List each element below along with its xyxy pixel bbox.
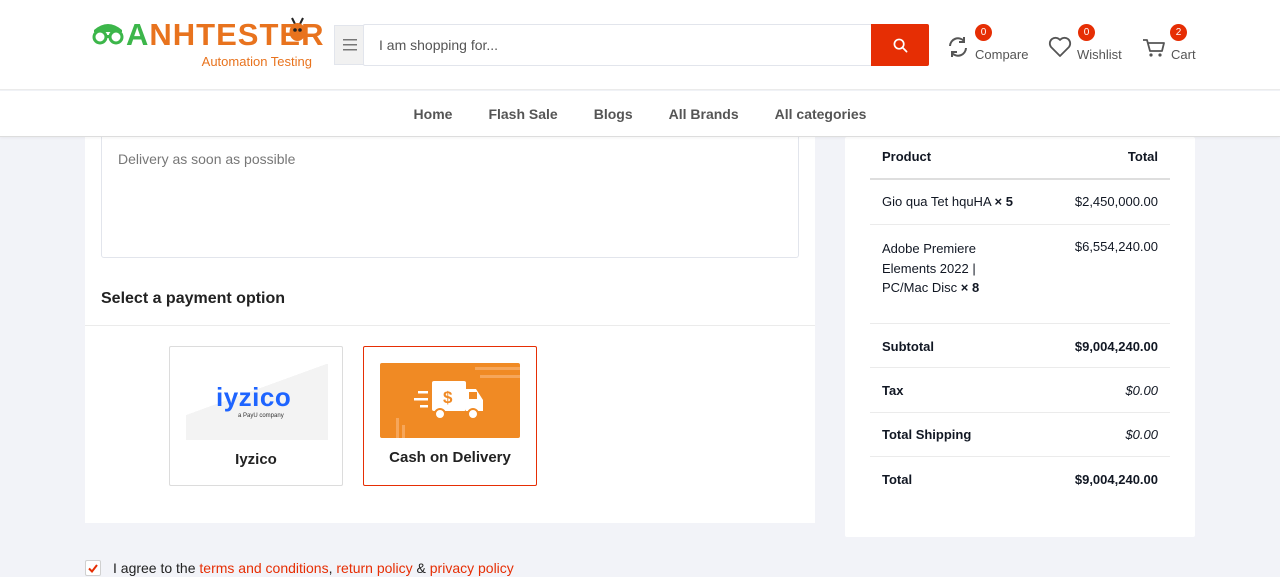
checkout-card: Select a payment option iyzico a PayU co… (85, 137, 815, 523)
summary-header-row: Product Total (870, 137, 1170, 180)
wishlist-count-badge: 0 (1078, 24, 1095, 41)
nav-item-flash-sale[interactable]: Flash Sale (488, 106, 557, 122)
heart-icon (1048, 36, 1072, 57)
category-menu-button[interactable] (334, 25, 364, 65)
terms-agreement: I agree to the terms and conditions, ret… (85, 560, 514, 576)
additional-info-textarea[interactable] (101, 137, 799, 258)
checkmark-icon (88, 563, 98, 573)
cart-count-badge: 2 (1170, 24, 1187, 41)
top-header: ANHTESTER Automation Testing I am shoppi… (0, 0, 1280, 90)
total-column-header: Total (1127, 149, 1158, 164)
hamburger-icon (342, 39, 357, 51)
compare-count-badge: 0 (975, 24, 992, 41)
cash-on-delivery-image: $ (380, 363, 520, 438)
cart-link[interactable]: 2 Cart (1141, 24, 1196, 66)
svg-text:$: $ (443, 388, 453, 407)
grand-total-row: Total $9,004,240.00 (870, 457, 1170, 502)
glasses-logo-icon (92, 24, 124, 45)
agree-ampersand: & (416, 560, 426, 576)
iyzico-subtext: a PayU company (238, 413, 284, 419)
agree-comma: , (328, 560, 333, 576)
shipping-label: Total Shipping (882, 427, 972, 442)
truck-dollar-icon: $ (396, 367, 520, 438)
order-summary-card: Product Total Gio qua Tet hquHA × 5 $2,4… (845, 137, 1195, 537)
agree-text: I agree to the (113, 560, 196, 576)
agree-checkbox[interactable] (85, 560, 101, 576)
nav-item-all-brands[interactable]: All Brands (669, 106, 739, 122)
search-input[interactable] (363, 24, 872, 66)
compare-icon (949, 37, 967, 57)
payment-option-cash-on-delivery[interactable]: $ Cash on Delivery (363, 346, 537, 486)
payment-option-label: Iyzico (235, 451, 277, 468)
compare-link[interactable]: 0 Compare (945, 24, 1029, 66)
main-nav: Home Flash Sale Blogs All Brands All cat… (0, 91, 1280, 137)
bug-logo-icon (289, 17, 306, 41)
tax-row: Tax $0.00 (870, 368, 1170, 413)
order-summary-table: Product Total Gio qua Tet hquHA × 5 $2,4… (870, 137, 1170, 502)
compare-label: Compare (975, 47, 1029, 62)
cart-label: Cart (1171, 47, 1196, 62)
return-policy-link[interactable]: return policy (336, 560, 412, 576)
subtotal-value: $9,004,240.00 (1074, 339, 1158, 354)
iyzico-wordmark: iyzico (216, 382, 292, 412)
iyzico-logo: iyzico a PayU company (186, 364, 328, 440)
cart-icon (1143, 39, 1165, 57)
logo-tagline: Automation Testing (201, 54, 312, 69)
item-price: $6,554,240.00 (1074, 239, 1158, 254)
shipping-row: Total Shipping $0.00 (870, 413, 1170, 457)
product-column-header: Product (882, 149, 932, 164)
summary-item-row: Adobe Premiere Elements 2022 | PC/Mac Disc… (870, 225, 1170, 324)
divider (85, 325, 815, 326)
subtotal-row: Subtotal $9,004,240.00 (870, 324, 1170, 368)
payment-option-label: Cash on Delivery (389, 449, 511, 466)
wishlist-label: Wishlist (1077, 47, 1122, 62)
item-price: $2,450,000.00 (1074, 194, 1158, 209)
grand-total-value: $9,004,240.00 (1074, 472, 1158, 487)
wishlist-link[interactable]: 0 Wishlist (1047, 24, 1122, 66)
shipping-value: $0.00 (1125, 427, 1158, 442)
search-icon (893, 38, 907, 52)
item-name: Adobe Premiere Elements 2022 | PC/Mac Disc… (882, 241, 980, 295)
nav-item-home[interactable]: Home (414, 106, 453, 122)
nav-item-all-categories[interactable]: All categories (775, 106, 867, 122)
site-logo[interactable]: ANHTESTER Automation Testing (90, 16, 323, 74)
subtotal-label: Subtotal (882, 339, 934, 354)
payment-option-title: Select a payment option (101, 290, 286, 307)
tax-value: $0.00 (1125, 383, 1158, 398)
item-name: Gio qua Tet hquHA × 5 (882, 194, 1013, 209)
privacy-policy-link[interactable]: privacy policy (430, 560, 514, 576)
summary-item-row: Gio qua Tet hquHA × 5 $2,450,000.00 (870, 180, 1170, 225)
payment-option-iyzico[interactable]: iyzico a PayU company Iyzico (169, 346, 343, 486)
grand-total-label: Total (882, 472, 913, 487)
nav-item-blogs[interactable]: Blogs (594, 106, 633, 122)
search-button[interactable] (871, 24, 929, 66)
tax-label: Tax (882, 383, 904, 398)
terms-link[interactable]: terms and conditions (199, 560, 328, 576)
